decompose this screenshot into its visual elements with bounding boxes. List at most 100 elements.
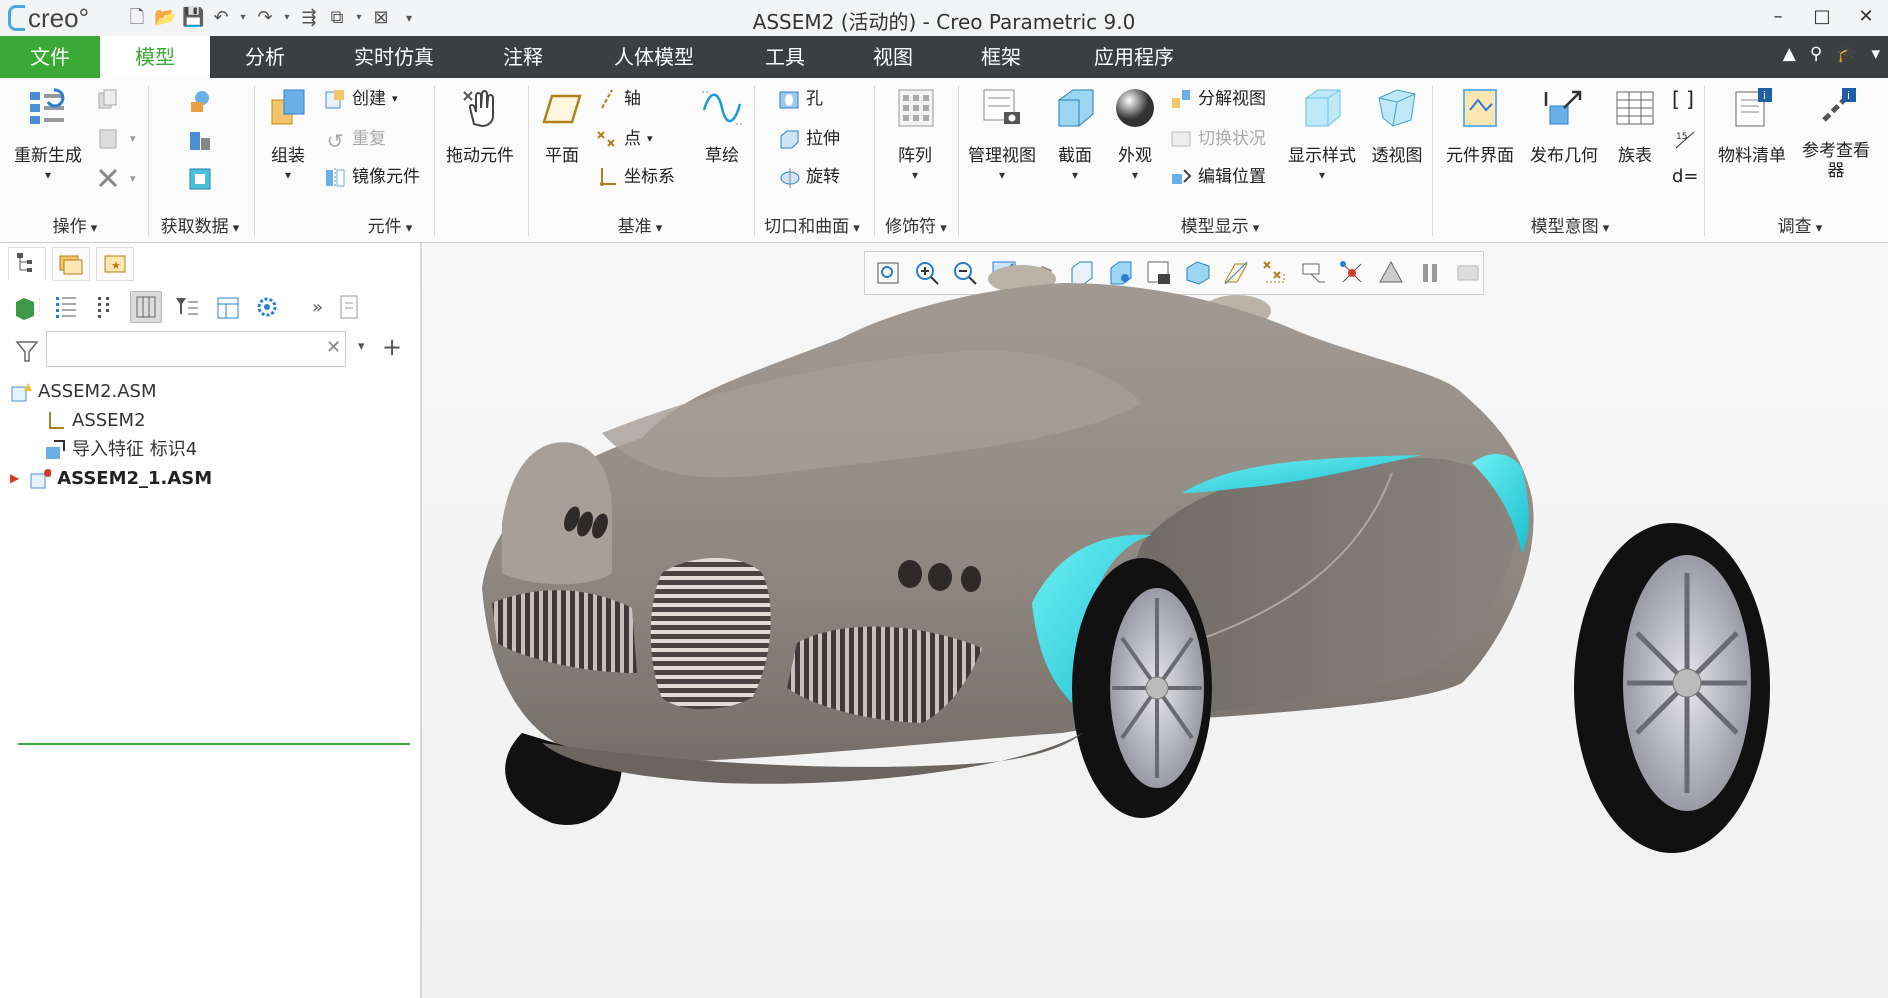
copy-icon[interactable] (96, 88, 120, 112)
assemble-dropdown-icon[interactable]: ▾ (260, 168, 316, 182)
component-interface-button[interactable]: 元件界面 (1438, 86, 1522, 166)
clear-filter-icon[interactable]: ✕ (326, 337, 341, 358)
redo-dropdown-icon[interactable]: ▾ (282, 7, 292, 29)
model-tree-tab[interactable] (8, 247, 46, 281)
tree-node-subassembly[interactable]: ▶ ASSEM2_1.ASM (10, 464, 410, 493)
display-style-button[interactable]: 显示样式 ▾ (1284, 86, 1360, 182)
switch-dimensions-button[interactable]: 15 (1674, 126, 1696, 152)
tab-live-simulation[interactable]: 实时仿真 (334, 36, 454, 78)
open-folder-icon[interactable]: 📂 (154, 7, 176, 29)
delete-icon[interactable] (96, 166, 120, 190)
perspective-button[interactable]: 透视图 (1368, 86, 1426, 166)
learning-icon[interactable]: 🎓 (1836, 44, 1857, 64)
tab-applications[interactable]: 应用程序 (1074, 36, 1194, 78)
insert-here-indicator[interactable] (18, 743, 410, 745)
save-icon[interactable]: 💾 (182, 7, 204, 29)
tab-view[interactable]: 视图 (848, 36, 938, 78)
group-model-intent-label[interactable]: 模型意图 (1500, 212, 1640, 237)
family-table-button[interactable]: 族表 (1610, 86, 1660, 166)
close-button[interactable]: ✕ (1844, 0, 1888, 36)
hole-button[interactable]: 孔 (778, 86, 823, 112)
tab-framework[interactable]: 框架 (956, 36, 1046, 78)
repeat-button[interactable]: ↺ 重复 (324, 126, 386, 153)
appearance-dropdown-icon[interactable]: ▾ (1110, 168, 1160, 182)
graphics-window[interactable] (422, 243, 1888, 998)
search-icon[interactable]: ⚲ (1810, 44, 1822, 64)
close-window-icon[interactable]: ⊠ (370, 7, 392, 29)
windows-dropdown-icon[interactable]: ▾ (354, 7, 364, 29)
car-model[interactable] (422, 243, 1888, 998)
part-display-icon[interactable] (10, 292, 40, 322)
relations-button[interactable]: d= (1672, 164, 1699, 190)
group-modifiers-label[interactable]: 修饰符 (876, 212, 956, 237)
gear-icon[interactable] (252, 292, 282, 322)
bill-of-materials-button[interactable]: i 物料清单 (1714, 86, 1790, 166)
explode-view-button[interactable]: 分解视图 (1170, 86, 1266, 112)
sketch-button[interactable]: 草绘 (694, 86, 750, 166)
new-file-icon[interactable]: 🗋 (126, 7, 148, 29)
folder-browser-tab[interactable] (52, 247, 90, 281)
undo-icon[interactable]: ↶ (210, 7, 232, 29)
favorites-tab[interactable]: ★ (96, 247, 134, 281)
shrinkwrap-icon[interactable] (187, 166, 213, 192)
paste-dropdown-icon[interactable]: ▾ (130, 132, 136, 145)
parameters-button[interactable]: [ ] (1672, 86, 1694, 112)
pattern-button[interactable]: 阵列 ▾ (884, 86, 946, 182)
revolve-button[interactable]: 旋转 (778, 164, 840, 190)
group-investigate-label[interactable]: 调查 (1740, 212, 1860, 237)
details-icon[interactable] (333, 292, 363, 322)
section-button[interactable]: 截面 ▾ (1050, 86, 1100, 182)
csys-button[interactable]: 坐标系 (596, 164, 675, 190)
tab-annotate[interactable]: 注释 (478, 36, 568, 78)
group-cuts-surfaces-label[interactable]: 切口和曲面 (756, 212, 868, 237)
toggle-status-button[interactable]: 切换状况 (1170, 126, 1266, 152)
expand-arrow-icon[interactable]: ▶ (10, 464, 19, 493)
redo-icon[interactable]: ↷ (254, 7, 276, 29)
tab-model[interactable]: 模型 (100, 36, 210, 78)
tree-node-import-feature[interactable]: 导入特征 标识4 (10, 435, 410, 464)
tree-columns-icon[interactable] (50, 292, 80, 322)
minimize-button[interactable]: – (1756, 0, 1800, 36)
regenerate-quick-icon[interactable]: ⇶ (298, 7, 320, 29)
tab-tools[interactable]: 工具 (740, 36, 830, 78)
axis-button[interactable]: 轴 (596, 86, 641, 112)
help-dropdown-icon[interactable]: ▾ (1871, 44, 1880, 64)
pattern-dropdown-icon[interactable]: ▾ (884, 168, 946, 182)
point-dropdown-icon[interactable]: ▾ (647, 126, 653, 152)
group-operations-label[interactable]: 操作 (10, 212, 140, 237)
filter-funnel-icon[interactable] (14, 339, 40, 363)
tree-expand-icon[interactable] (90, 292, 120, 322)
tree-search-input[interactable] (46, 331, 346, 367)
extrude-button[interactable]: 拉伸 (778, 126, 840, 152)
paste-icon[interactable] (96, 126, 120, 150)
tree-filter-icon[interactable] (172, 292, 202, 322)
group-model-display-label[interactable]: 模型显示 (1120, 212, 1320, 237)
tab-file[interactable]: 文件 (0, 36, 100, 78)
tab-analysis[interactable]: 分析 (220, 36, 310, 78)
windows-icon[interactable]: ⧉ (326, 7, 348, 29)
tree-settings-icon[interactable] (212, 292, 242, 322)
assemble-button[interactable]: 组装 ▾ (260, 86, 316, 182)
plane-button[interactable]: 平面 (534, 86, 590, 166)
display-style-dropdown-icon[interactable]: ▾ (1284, 168, 1360, 182)
manage-views-dropdown-icon[interactable]: ▾ (962, 168, 1042, 182)
create-component-button[interactable]: 创建 ▾ (324, 86, 398, 112)
group-component-label[interactable]: 元件 (290, 212, 490, 237)
section-dropdown-icon[interactable]: ▾ (1050, 168, 1100, 182)
manage-views-button[interactable]: 管理视图 ▾ (962, 86, 1042, 182)
tab-manikin[interactable]: 人体模型 (594, 36, 714, 78)
filter-dropdown-icon[interactable]: ▾ (358, 339, 365, 354)
appearance-button[interactable]: 外观 ▾ (1110, 86, 1160, 182)
customize-qat-icon[interactable]: ▾ (398, 7, 420, 29)
create-dropdown-icon[interactable]: ▾ (392, 86, 398, 112)
delete-dropdown-icon[interactable]: ▾ (130, 172, 136, 185)
show-layer-tree-icon[interactable] (130, 291, 162, 323)
group-get-data-label[interactable]: 获取数据 (150, 212, 250, 237)
publish-geometry-button[interactable]: 发布几何 (1524, 86, 1604, 166)
user-defined-feature-icon[interactable] (187, 88, 213, 114)
mirror-component-button[interactable]: 镜像元件 (324, 164, 420, 190)
add-filter-icon[interactable]: + (382, 333, 402, 361)
regenerate-dropdown-icon[interactable]: ▾ (8, 168, 88, 182)
tree-node-assembly[interactable]: ASSEM2.ASM (10, 377, 410, 406)
collapse-ribbon-icon[interactable]: ▲ (1783, 44, 1796, 64)
